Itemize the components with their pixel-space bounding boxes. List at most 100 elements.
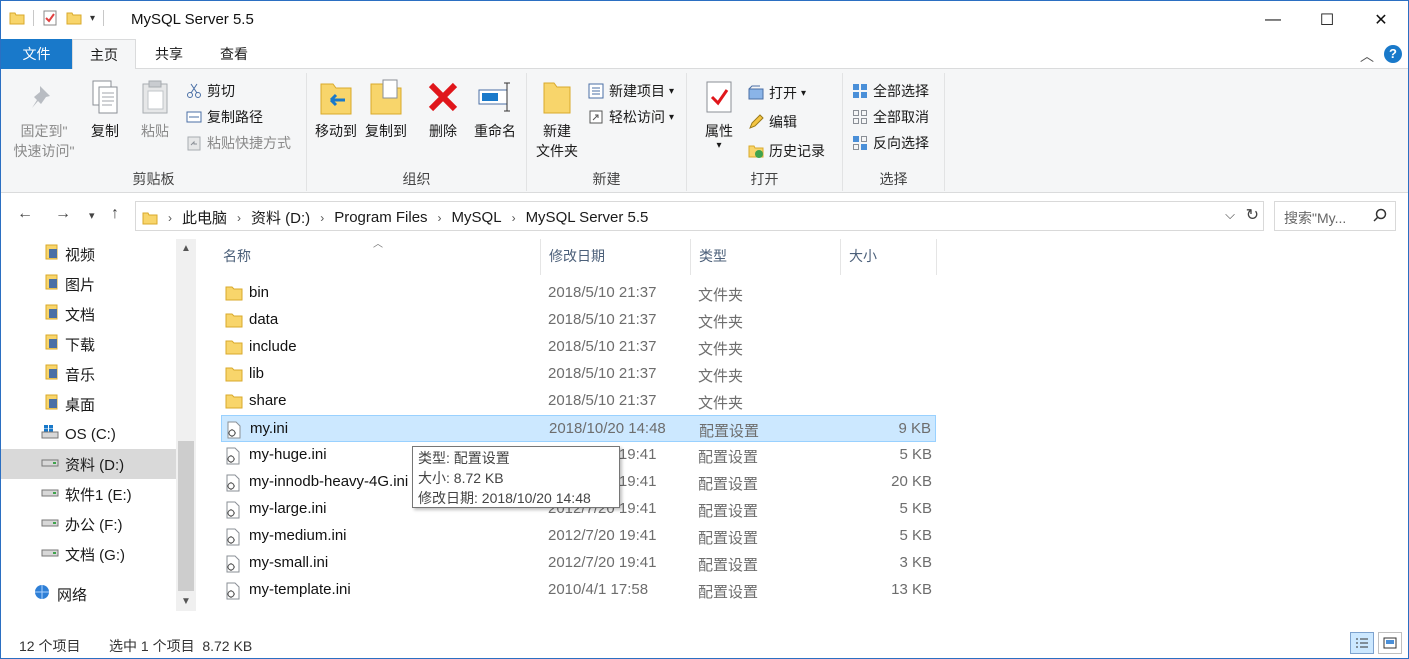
new-folder-icon[interactable] xyxy=(66,10,82,26)
breadcrumb-item[interactable]: MySQL Server 5.5 xyxy=(526,209,649,226)
address-bar[interactable]: › 此电脑 › 资料 (D:) › Program Files › MySQL › MySQL S… xyxy=(135,201,1264,231)
breadcrumb-item[interactable]: Program Files xyxy=(334,209,427,226)
close-button[interactable]: ✕ xyxy=(1354,1,1408,39)
easy-access-button[interactable]: 轻松访问 ▾ xyxy=(587,105,674,129)
move-to-button[interactable]: 移动到 xyxy=(313,77,359,141)
tab-view[interactable]: 查看 xyxy=(204,39,264,69)
file-row[interactable]: my-template.ini 2010/4/1 17:58 配置设置 13 KB xyxy=(221,577,936,604)
maximize-button[interactable]: ☐ xyxy=(1300,1,1354,39)
breadcrumb-separator-icon[interactable]: › xyxy=(237,211,241,225)
scroll-down-icon[interactable]: ▼ xyxy=(181,596,191,607)
paste-button[interactable]: 粘贴 xyxy=(135,77,175,141)
pin-label-1: 固定到" xyxy=(20,123,68,139)
pin-quick-access-button[interactable]: 固定到" 快速访问" xyxy=(9,77,79,161)
open-label: 打开 xyxy=(769,85,797,101)
breadcrumb-item[interactable]: MySQL xyxy=(452,209,502,226)
search-box[interactable]: 搜索"My... xyxy=(1274,201,1396,231)
paste-label: 粘贴 xyxy=(141,123,169,139)
nav-item[interactable]: 办公 (F:) xyxy=(1,509,176,539)
tab-share[interactable]: 共享 xyxy=(140,39,198,69)
config-file-icon xyxy=(225,555,243,573)
details-view-icon[interactable] xyxy=(1350,632,1374,654)
pin-label-2: 快速访问" xyxy=(13,143,75,159)
file-row[interactable]: lib 2018/5/10 21:37 文件夹 xyxy=(221,361,936,388)
select-all-button[interactable]: 全部选择 xyxy=(851,79,929,103)
file-row[interactable]: include 2018/5/10 21:37 文件夹 xyxy=(221,334,936,361)
refresh-icon[interactable]: ↻ xyxy=(1246,205,1259,225)
large-icons-view-icon[interactable] xyxy=(1378,632,1402,654)
file-row[interactable]: my.ini 2018/10/20 14:48 配置设置 9 KB xyxy=(221,415,936,442)
new-item-button[interactable]: 新建项目 ▾ xyxy=(587,79,674,103)
tab-file[interactable]: 文件 xyxy=(1,39,72,69)
breadcrumb-separator-icon[interactable]: › xyxy=(438,211,442,225)
nav-item[interactable]: 文档 xyxy=(1,299,176,329)
dropdown-arrow-icon: ▾ xyxy=(669,111,675,123)
copy-path-button[interactable]: 复制路径 xyxy=(185,105,263,129)
customize-toolbar-icon[interactable]: ▾ xyxy=(90,13,95,24)
file-tooltip: 类型: 配置设置 大小: 8.72 KB 修改日期: 2018/10/20 14… xyxy=(412,446,620,508)
edit-button[interactable]: 编辑 xyxy=(747,110,797,134)
copy-path-label: 复制路径 xyxy=(207,109,263,125)
nav-item[interactable]: 桌面 xyxy=(1,389,176,419)
properties-button[interactable]: 属性 ▾ xyxy=(699,77,739,151)
tab-home[interactable]: 主页 xyxy=(72,39,136,70)
up-arrow-icon[interactable]: ↑ xyxy=(111,205,119,223)
breadcrumb-item[interactable]: 资料 (D:) xyxy=(251,207,310,228)
minimize-button[interactable]: — xyxy=(1246,1,1300,39)
delete-button[interactable]: 删除 xyxy=(423,77,463,141)
open-button[interactable]: 打开 ▾ xyxy=(747,81,806,105)
breadcrumb-separator-icon[interactable]: › xyxy=(168,211,172,225)
nav-item[interactable]: 资料 (D:) xyxy=(1,449,176,479)
file-row[interactable]: my-small.ini 2012/7/20 19:41 配置设置 3 KB xyxy=(221,550,936,577)
nav-item[interactable]: 视频 xyxy=(1,239,176,269)
invert-selection-button[interactable]: 反向选择 xyxy=(851,131,929,155)
breadcrumb-separator-icon[interactable]: › xyxy=(320,211,324,225)
file-row[interactable]: data 2018/5/10 21:37 文件夹 xyxy=(221,307,936,334)
column-header-date[interactable]: 修改日期 xyxy=(543,239,691,275)
file-type: 文件夹 xyxy=(698,341,744,358)
help-icon[interactable]: ? xyxy=(1384,45,1402,63)
recent-locations-chevron-icon[interactable]: ▾ xyxy=(89,209,95,222)
file-row[interactable]: share 2018/5/10 21:37 文件夹 xyxy=(221,388,936,415)
nav-item[interactable]: 音乐 xyxy=(1,359,176,389)
address-history-chevron-icon[interactable]: ⌵ xyxy=(1225,207,1235,223)
rename-button[interactable]: 重命名 xyxy=(469,77,521,141)
collapse-ribbon-icon[interactable]: ︿ xyxy=(1360,46,1374,66)
column-header-name[interactable]: 名称 xyxy=(217,239,541,275)
copy-to-button[interactable]: 复制到 xyxy=(363,77,409,141)
file-type: 文件夹 xyxy=(698,395,744,412)
nav-item[interactable]: 图片 xyxy=(1,269,176,299)
properties-icon[interactable] xyxy=(42,10,58,26)
nav-item[interactable]: 软件1 (E:) xyxy=(1,479,176,509)
nav-item[interactable]: 文档 (G:) xyxy=(1,539,176,569)
column-header-type[interactable]: 类型 xyxy=(693,239,841,275)
scroll-up-icon[interactable]: ▲ xyxy=(181,243,191,254)
copy-button[interactable]: 复制 xyxy=(85,77,125,141)
forward-arrow-icon[interactable]: → xyxy=(55,205,71,223)
nav-item-label: 软件1 (E:) xyxy=(65,486,132,504)
select-none-button[interactable]: 全部取消 xyxy=(851,105,929,129)
file-date: 2018/5/10 21:37 xyxy=(548,284,657,301)
nav-item[interactable]: OS (C:) xyxy=(1,419,176,449)
easy-access-icon xyxy=(587,108,605,126)
new-item-label: 新建项目 xyxy=(609,83,665,99)
new-folder-button[interactable]: 新建 文件夹 xyxy=(533,77,581,161)
file-row[interactable]: bin 2018/5/10 21:37 文件夹 xyxy=(221,280,936,307)
dropdown-arrow-icon: ▾ xyxy=(801,87,807,99)
breadcrumb-item[interactable]: 此电脑 xyxy=(182,207,227,228)
nav-item[interactable]: 下载 xyxy=(1,329,176,359)
file-row[interactable]: my-medium.ini 2012/7/20 19:41 配置设置 5 KB xyxy=(221,523,936,550)
scrollbar-thumb[interactable] xyxy=(178,441,194,591)
nav-scrollbar[interactable]: ▲ ▼ xyxy=(176,239,196,611)
cut-button[interactable]: 剪切 xyxy=(185,79,235,103)
file-name: my-medium.ini xyxy=(249,527,347,544)
paste-shortcut-button[interactable]: 粘贴快捷方式 xyxy=(185,131,291,155)
column-header-size[interactable]: 大小 xyxy=(843,239,937,275)
back-arrow-icon[interactable]: ← xyxy=(17,205,33,223)
history-button[interactable]: 历史记录 xyxy=(747,139,825,163)
file-size: 5 KB xyxy=(899,527,932,544)
open-group-label: 打开 xyxy=(750,171,779,187)
breadcrumb-separator-icon[interactable]: › xyxy=(512,211,516,225)
nav-item-label: 文档 xyxy=(65,306,96,324)
nav-item[interactable]: 网络 xyxy=(1,579,176,609)
